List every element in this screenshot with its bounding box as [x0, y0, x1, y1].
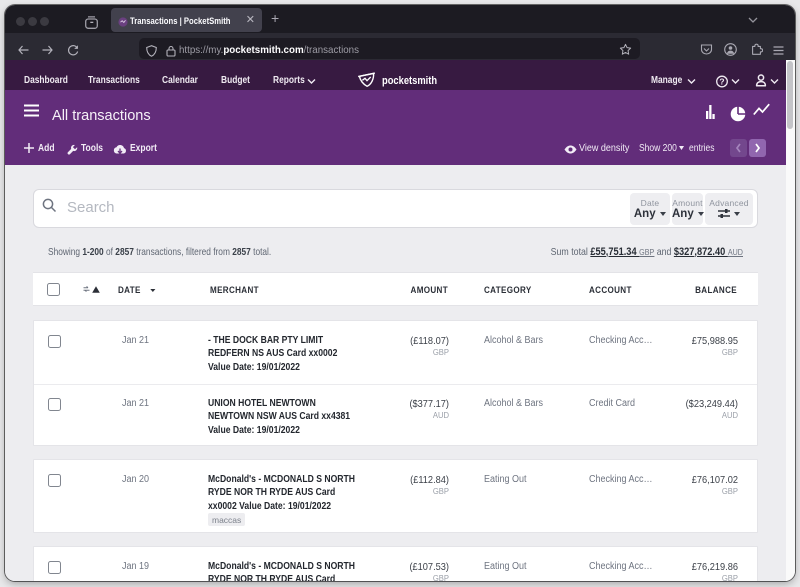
svg-text:?: ? — [719, 77, 724, 87]
